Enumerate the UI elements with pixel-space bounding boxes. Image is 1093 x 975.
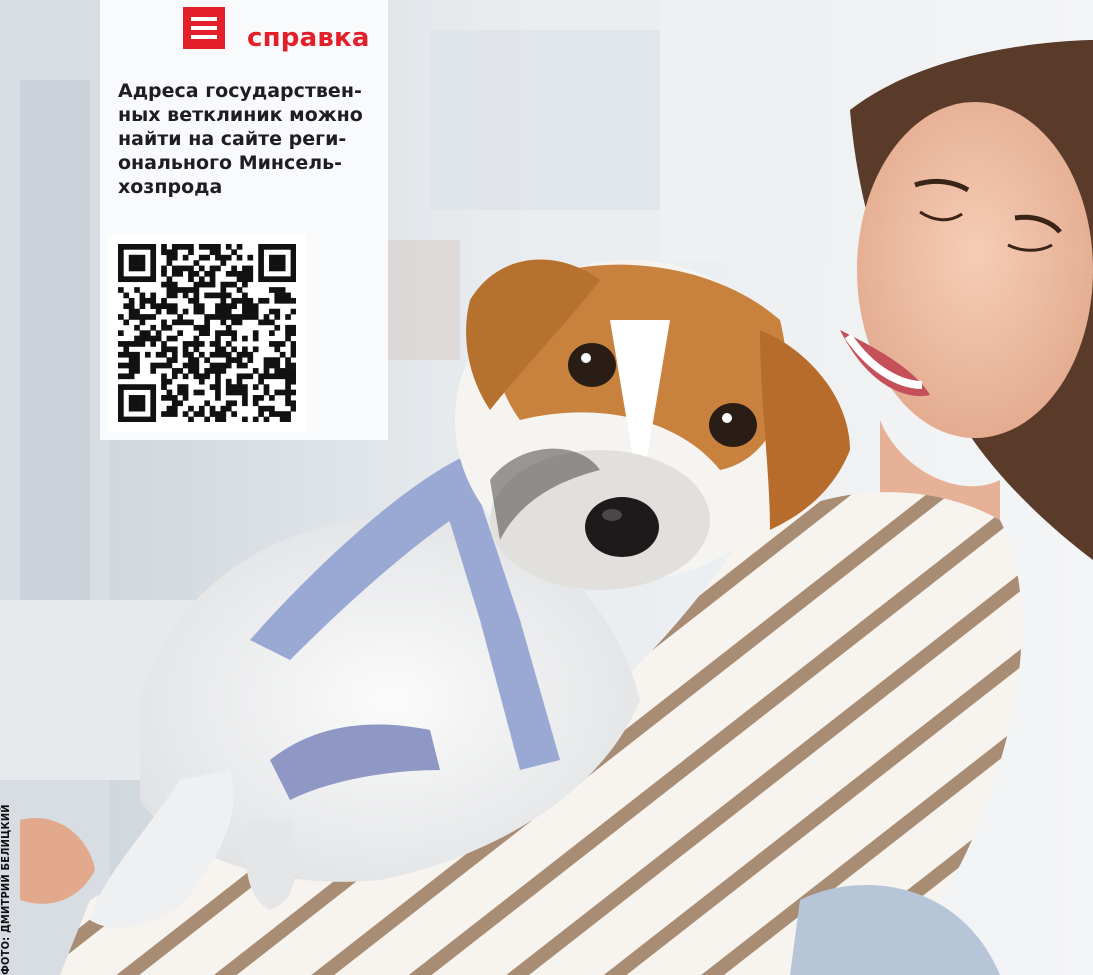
article-page: справка Адреса государствен- ных ветклин… [0,0,1093,975]
infobox-header: справка [183,7,370,58]
menu-lines-icon [183,7,225,49]
infobox-title: справка [247,23,370,53]
photo-credit: ФОТО: ДМИТРИЙ БЕЛИЦКИЙ [0,804,12,975]
qr-code-image [118,244,296,422]
qr-code[interactable] [108,234,306,432]
reference-infobox: справка Адреса государствен- ных ветклин… [100,0,388,440]
infobox-text: Адреса государствен- ных ветклиник можно… [118,80,363,198]
